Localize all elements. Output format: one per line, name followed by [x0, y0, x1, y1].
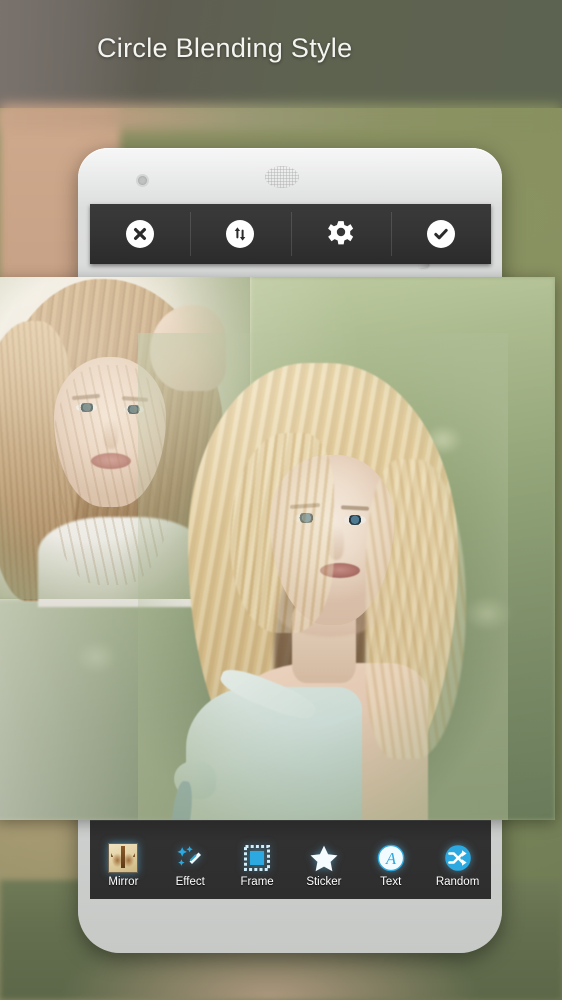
- tool-mirror[interactable]: Mirror: [90, 843, 157, 899]
- frame-square-icon: [242, 843, 272, 873]
- close-button[interactable]: [90, 204, 190, 264]
- tool-label: Text: [380, 876, 402, 888]
- tool-text[interactable]: A Text: [357, 843, 424, 899]
- tool-label: Random: [435, 876, 480, 888]
- tool-label: Effect: [175, 876, 205, 888]
- editor-bottom-toolbar: Mirror Effect Frame Sticker A Text Rando…: [90, 820, 491, 899]
- magic-wand-icon: [175, 843, 205, 873]
- swap-vertical-arrows-circle-icon: [226, 220, 255, 248]
- tool-random[interactable]: Random: [424, 843, 491, 899]
- close-x-circle-icon: [126, 220, 155, 248]
- app-screenshot: Circle Blending Style Mirror Effect Fram…: [0, 0, 562, 1000]
- background-warm-strip: [0, 104, 562, 130]
- tool-frame[interactable]: Frame: [224, 843, 291, 899]
- page-title: Circle Blending Style: [97, 33, 353, 63]
- tool-effect[interactable]: Effect: [157, 843, 224, 899]
- settings-button[interactable]: [290, 204, 391, 264]
- front-camera-dot-icon: [138, 176, 147, 185]
- editor-top-toolbar: [90, 204, 491, 264]
- swap-button[interactable]: [190, 204, 290, 264]
- confirm-button[interactable]: [390, 204, 491, 264]
- mirror-thumbnail-icon: [108, 843, 139, 873]
- tool-label: Mirror: [108, 876, 139, 888]
- text-a-circle-icon: A: [376, 843, 406, 873]
- tool-sticker[interactable]: Sticker: [290, 843, 357, 899]
- svg-text:A: A: [385, 849, 397, 868]
- check-circle-icon: [426, 220, 455, 248]
- speaker-grille-icon: [265, 166, 299, 188]
- tool-label: Sticker: [306, 876, 342, 888]
- shuffle-circle-icon: [443, 843, 473, 873]
- photo-blend-canvas[interactable]: [0, 277, 555, 820]
- tool-label: Frame: [240, 876, 274, 888]
- star-icon: [309, 843, 339, 873]
- blended-photo-layer-main: [138, 333, 508, 820]
- gear-icon: [326, 217, 356, 252]
